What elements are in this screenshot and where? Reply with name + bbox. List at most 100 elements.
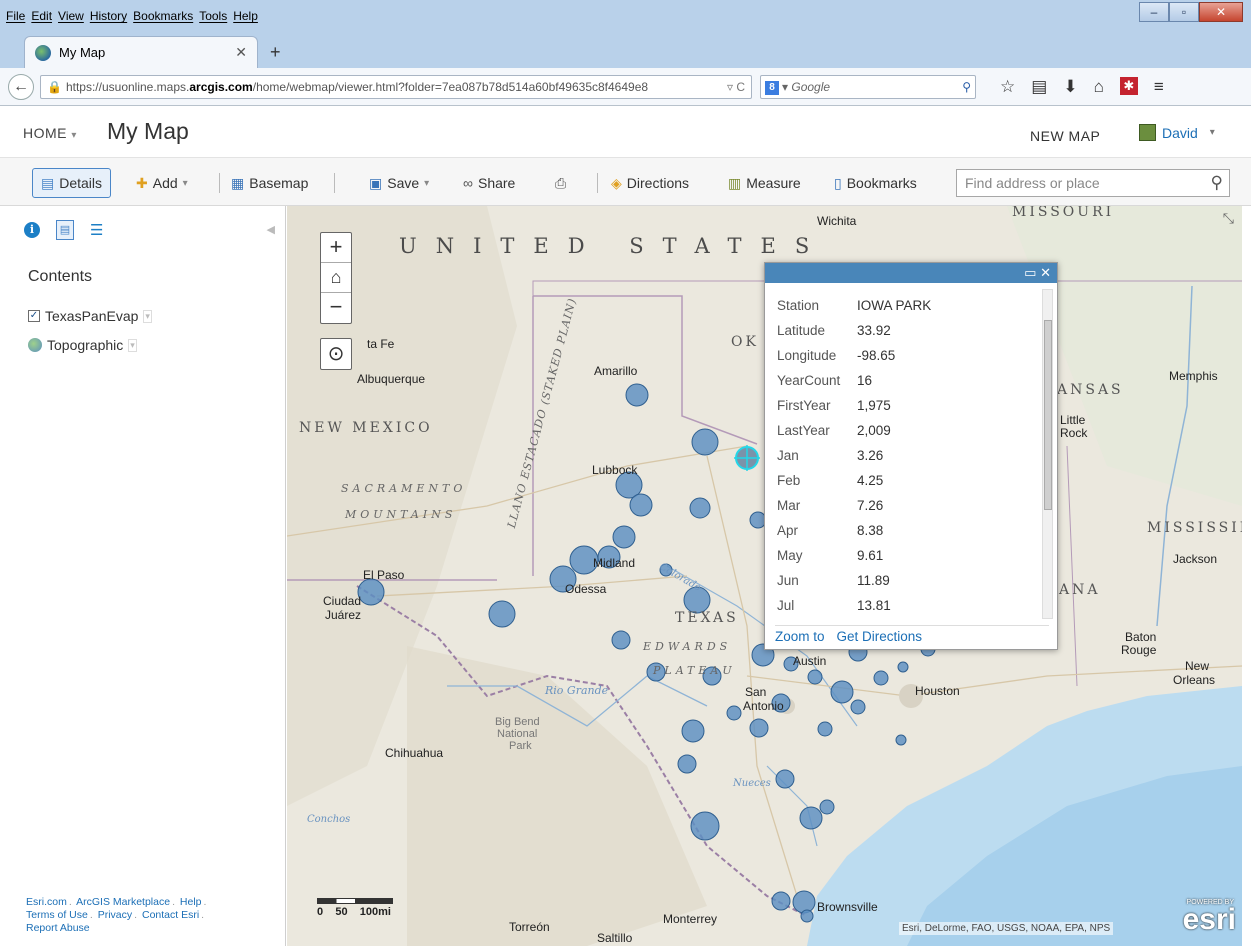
hamburger-menu-icon[interactable]: ≡ bbox=[1154, 77, 1164, 97]
menu-tools[interactable]: Tools bbox=[199, 9, 227, 23]
attribute-value: 2,009 bbox=[857, 423, 891, 438]
footer-link[interactable]: ArcGIS Marketplace bbox=[76, 896, 170, 908]
maximize-icon[interactable]: ▭ bbox=[1024, 265, 1036, 280]
bookmark-star-icon[interactable]: ☆ bbox=[1000, 77, 1015, 97]
user-menu[interactable]: David ▾ bbox=[1139, 124, 1215, 141]
attribute-name: Mar bbox=[777, 498, 801, 513]
get-directions-link[interactable]: Get Directions bbox=[837, 626, 923, 649]
home-menu[interactable]: HOME ▾ bbox=[23, 125, 77, 141]
close-tab-icon[interactable]: ✕ bbox=[235, 44, 247, 61]
attribute-name: FirstYear bbox=[777, 398, 831, 413]
add-button[interactable]: ✚ Add ▾ bbox=[136, 168, 188, 198]
footer-link[interactable]: Contact Esri bbox=[142, 909, 199, 921]
attribute-row: Jun 11.89 bbox=[777, 568, 1039, 593]
menu-history[interactable]: History bbox=[90, 9, 127, 23]
zoom-to-link[interactable]: Zoom to bbox=[775, 626, 825, 649]
home-icon[interactable]: ⌂ bbox=[1094, 77, 1104, 97]
search-icon[interactable]: ⚲ bbox=[962, 76, 971, 98]
print-button[interactable]: ⎙ bbox=[555, 168, 566, 198]
layer-checkbox[interactable]: ✓ bbox=[28, 310, 40, 322]
region-label: MOUNTAINS bbox=[345, 508, 457, 521]
attribute-value: -98.65 bbox=[857, 348, 896, 363]
info-icon[interactable]: i bbox=[24, 222, 40, 238]
directions-button[interactable]: ◈ Directions bbox=[611, 168, 689, 198]
footer-link[interactable]: Privacy bbox=[98, 909, 132, 921]
new-map-button[interactable]: NEW MAP bbox=[1030, 128, 1100, 144]
basemap-button[interactable]: ▦ Basemap bbox=[231, 168, 308, 198]
search-bar[interactable]: 8 ▾ Google ⚲ bbox=[760, 75, 976, 99]
close-icon[interactable]: ✕ bbox=[1040, 265, 1051, 280]
attribute-name: Longitude bbox=[777, 348, 837, 363]
scrollbar-thumb[interactable] bbox=[1044, 320, 1052, 510]
details-button[interactable]: ▤ Details bbox=[32, 168, 112, 198]
scale-bar: 0 50 100mi bbox=[317, 898, 437, 918]
close-window-button[interactable]: ✕ bbox=[1199, 2, 1243, 22]
country-label: UNITED STATES bbox=[399, 234, 829, 258]
window-controls: – ▫ ✕ bbox=[1139, 2, 1243, 22]
collapse-panel-icon[interactable]: ◀ bbox=[267, 223, 275, 236]
search-icon[interactable]: ⚲ bbox=[1211, 170, 1223, 196]
addon-icon[interactable]: ✱ bbox=[1119, 77, 1138, 95]
footer-link[interactable]: Help bbox=[180, 896, 202, 908]
minimize-button[interactable]: – bbox=[1139, 2, 1169, 22]
bookmarks-button[interactable]: ▯ Bookmarks bbox=[834, 168, 917, 198]
footer-link[interactable]: Terms of Use bbox=[26, 909, 88, 921]
menu-edit[interactable]: Edit bbox=[31, 9, 52, 23]
footer-link[interactable]: Esri.com bbox=[26, 896, 67, 908]
expand-map-icon[interactable]: ⤡ bbox=[1223, 210, 1234, 227]
browser-chrome: File Edit View History Bookmarks Tools H… bbox=[0, 0, 1251, 106]
city-label: Chihuahua bbox=[385, 746, 444, 760]
save-button[interactable]: ▣ Save ▾ bbox=[369, 168, 429, 198]
menu-bookmarks[interactable]: Bookmarks bbox=[133, 9, 193, 23]
share-button[interactable]: ∞ Share bbox=[463, 168, 515, 198]
attribute-value: 13.81 bbox=[857, 598, 891, 613]
measure-button[interactable]: ▥ Measure bbox=[728, 168, 801, 198]
menu-file[interactable]: File bbox=[6, 9, 25, 23]
contents-panel: i ▤ ☰ ◀ Contents ✓ TexasPanEvap ▾ Topogr… bbox=[14, 206, 286, 946]
print-icon: ⎙ bbox=[555, 174, 567, 191]
state-label: ANSAS bbox=[1057, 382, 1124, 398]
footer-link[interactable]: Report Abuse bbox=[26, 922, 90, 934]
zoom-out-button[interactable]: − bbox=[321, 293, 351, 323]
maximize-button[interactable]: ▫ bbox=[1169, 2, 1199, 22]
new-tab-button[interactable]: + bbox=[270, 42, 281, 63]
region-label: PLATEAU bbox=[653, 664, 736, 677]
layer-item[interactable]: Topographic ▾ bbox=[28, 337, 137, 353]
city-label: Rouge bbox=[1121, 643, 1157, 657]
layer-menu-icon[interactable]: ▾ bbox=[143, 309, 152, 323]
back-button[interactable]: ← bbox=[8, 74, 34, 100]
layer-menu-icon[interactable]: ▾ bbox=[128, 338, 137, 352]
attribute-row: LastYear 2,009 bbox=[777, 418, 1039, 443]
url-path: /home/webmap/viewer.html?folder=7ea087b7… bbox=[252, 80, 649, 94]
panel-footer: Esri.com. ArcGIS Marketplace. Help. Term… bbox=[26, 896, 207, 934]
reload-icon[interactable]: ▿ C bbox=[727, 76, 745, 98]
locate-button[interactable]: ⊙ bbox=[320, 338, 352, 370]
bookmark-icon: ▯ bbox=[834, 174, 842, 191]
legend-icon[interactable]: ☰ bbox=[90, 221, 103, 239]
link-icon: ∞ bbox=[463, 175, 473, 191]
directions-icon: ◈ bbox=[611, 174, 622, 191]
city-label: Baton bbox=[1125, 630, 1157, 644]
zoom-in-button[interactable]: + bbox=[321, 233, 351, 263]
menu-view[interactable]: View bbox=[58, 9, 84, 23]
home-extent-button[interactable]: ⌂ bbox=[321, 263, 351, 293]
state-label: TEXAS bbox=[675, 610, 739, 626]
address-bar[interactable]: 🔒 https://usuonline.maps.arcgis.com/home/… bbox=[40, 75, 752, 99]
download-icon[interactable]: ⬇ bbox=[1063, 77, 1077, 97]
map-view[interactable]: UNITED STATES NEW MEXICO TEXAS MISSOURI … bbox=[287, 206, 1242, 946]
city-label: Houston bbox=[915, 684, 960, 698]
reading-list-icon[interactable]: ▤ bbox=[1031, 77, 1047, 97]
attribute-row: Station IOWA PARK bbox=[777, 293, 1039, 318]
menu-help[interactable]: Help bbox=[233, 9, 258, 23]
find-address-input[interactable]: Find address or place ⚲ bbox=[956, 169, 1230, 197]
esri-logo[interactable]: POWERED BY esri bbox=[1160, 899, 1236, 940]
toolbar-divider bbox=[334, 173, 335, 193]
popup-scrollbar[interactable] bbox=[1042, 289, 1053, 619]
measure-label: Measure bbox=[746, 175, 801, 191]
browser-tab[interactable]: My Map ✕ bbox=[24, 36, 258, 68]
share-label: Share bbox=[477, 175, 516, 191]
layer-item[interactable]: ✓ TexasPanEvap ▾ bbox=[28, 308, 152, 324]
content-icon[interactable]: ▤ bbox=[56, 220, 74, 240]
menu-bar: File Edit View History Bookmarks Tools H… bbox=[6, 9, 258, 23]
chevron-down-icon: ▾ bbox=[182, 177, 188, 189]
